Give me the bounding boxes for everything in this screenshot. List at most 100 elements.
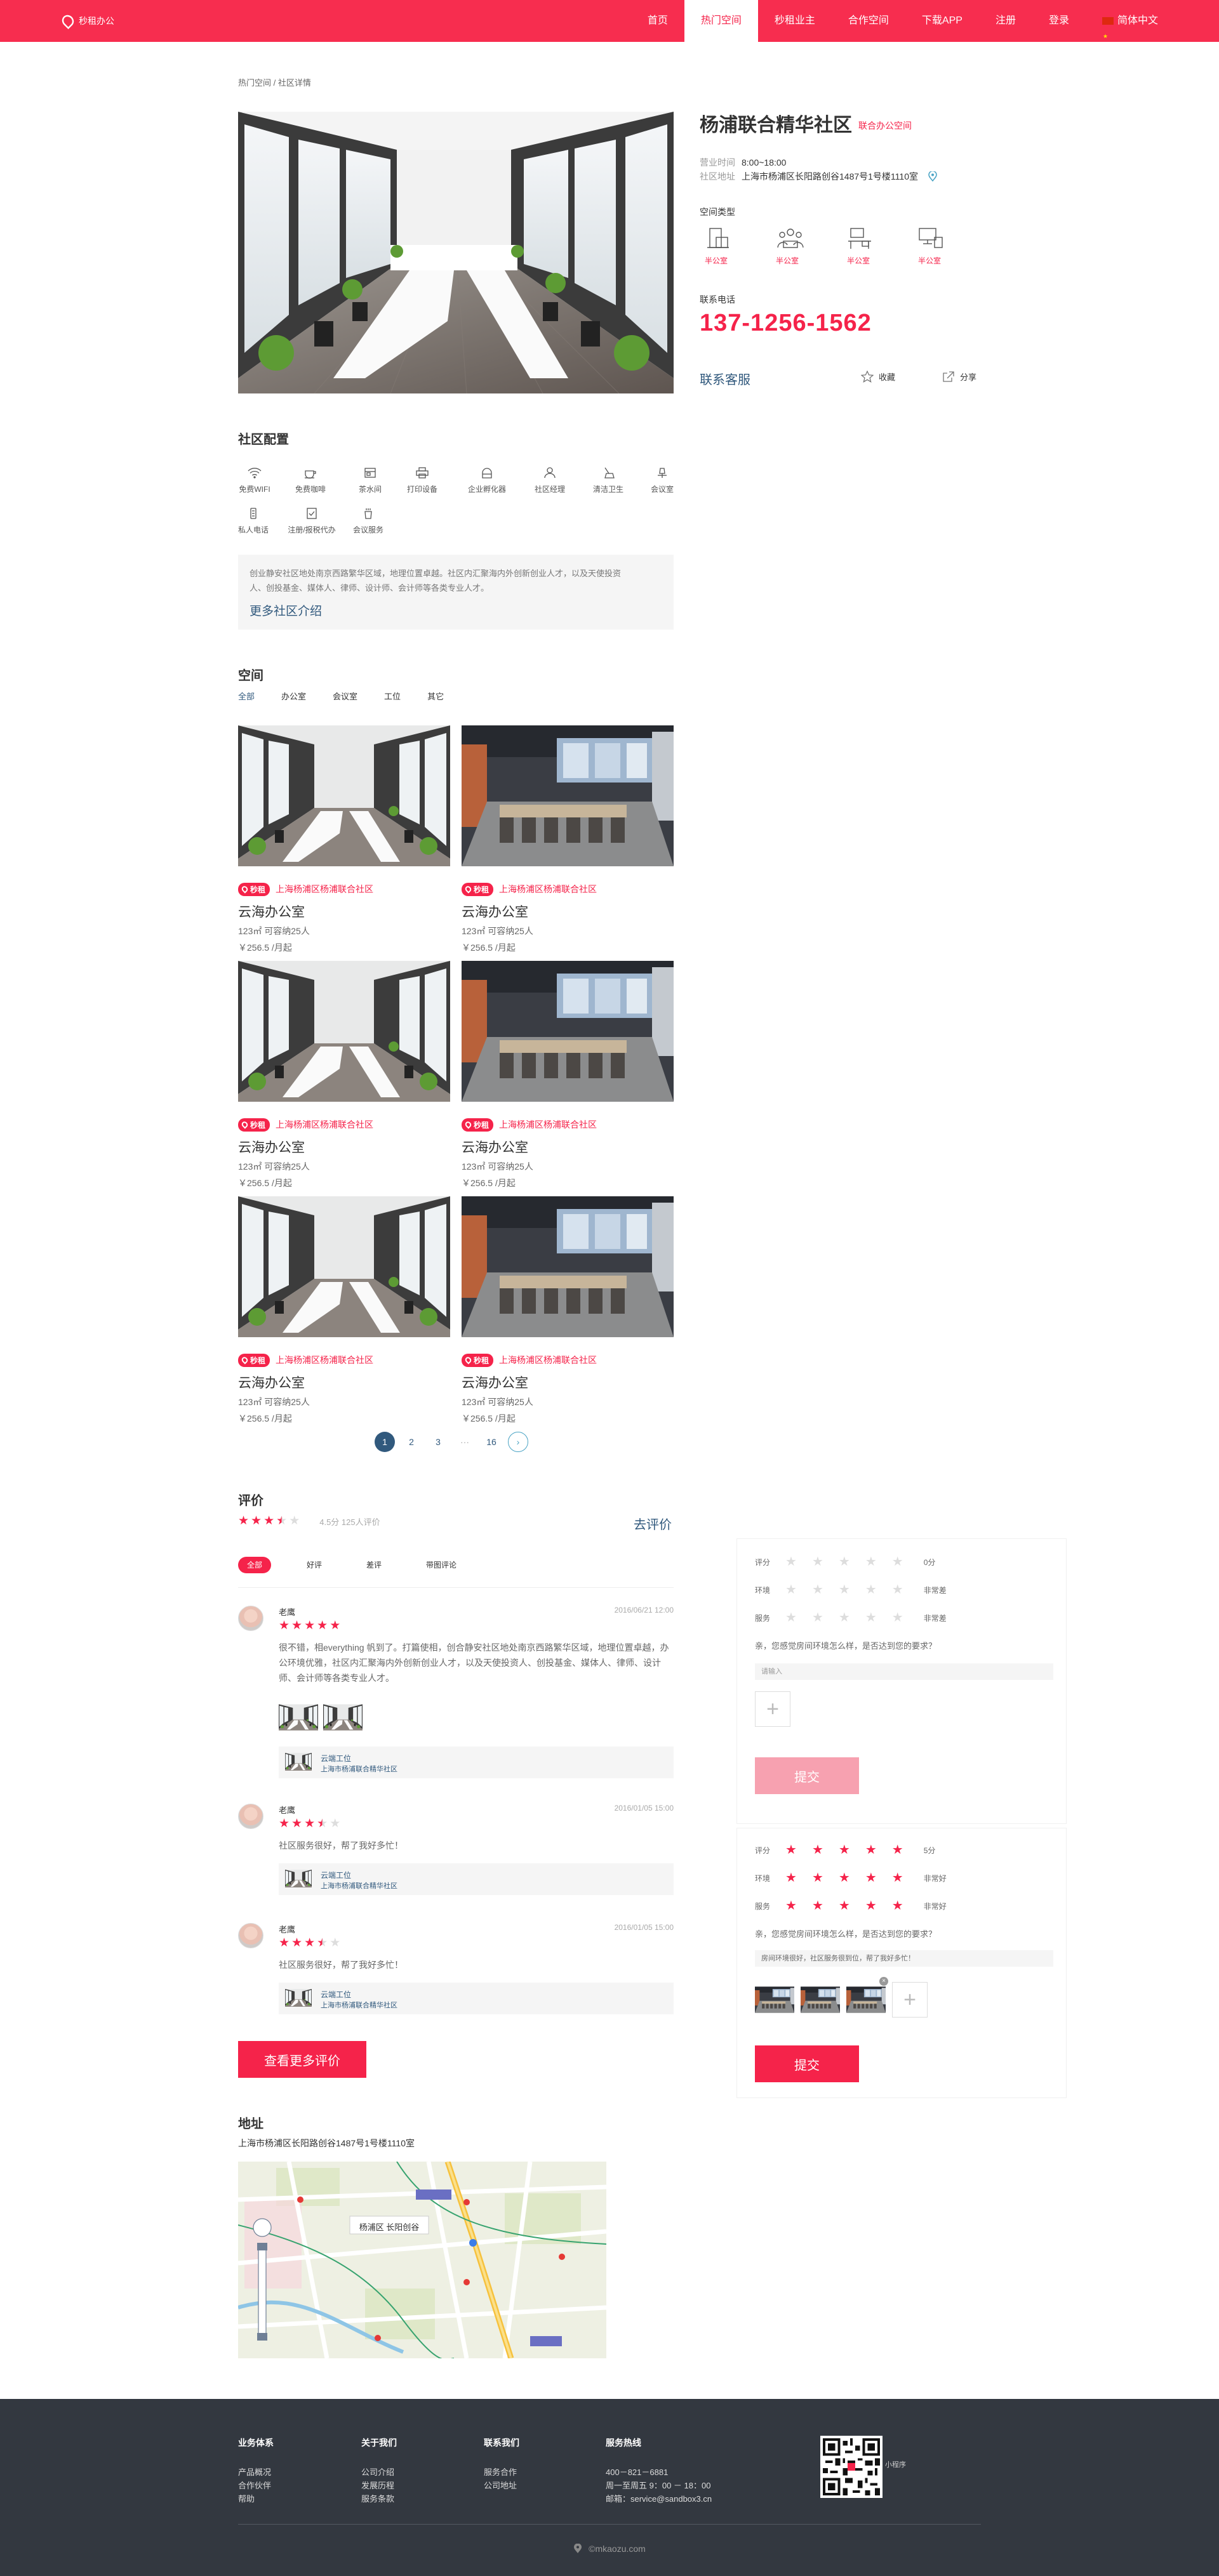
nav-home[interactable]: 首页 (631, 0, 684, 42)
brand-logo[interactable]: 秒租办公 (59, 12, 114, 30)
location-map[interactable] (238, 2162, 606, 2358)
tab-meeting-room[interactable]: 会议室 (333, 690, 357, 702)
footer-link[interactable]: 发展历程 (361, 2479, 397, 2492)
breadcrumb[interactable]: 热门空间 / 社区详情 (238, 76, 311, 88)
star-icon[interactable]: ★ (839, 1899, 850, 1912)
location-icon[interactable] (928, 171, 937, 182)
nav-login[interactable]: 登录 (1032, 0, 1086, 42)
footer-link[interactable]: 服务条款 (361, 2492, 397, 2506)
page-2[interactable]: 2 (401, 1432, 422, 1452)
space-card[interactable]: 秒租 上海杨浦区杨浦联合社区 云海办公室 123㎡ 可容纳25人 ￥256.5 /… (462, 961, 674, 1189)
tab-all[interactable]: 全部 (238, 690, 255, 702)
page-3[interactable]: 3 (428, 1432, 448, 1452)
star-icon[interactable]: ★ (812, 1872, 823, 1884)
nav-owners[interactable]: 秒租业主 (758, 0, 832, 42)
env-stars-input[interactable]: ★ ★ ★ ★ ★ (785, 1872, 919, 1884)
page-1[interactable]: 1 (375, 1432, 395, 1452)
tab-other[interactable]: 其它 (427, 690, 444, 702)
star-icon[interactable]: ★ (812, 1611, 823, 1624)
space-type-item[interactable]: 半公室 (913, 226, 984, 266)
star-icon[interactable]: ★ (892, 1583, 903, 1596)
add-photo-button[interactable]: + (755, 1691, 790, 1727)
space-type-item[interactable]: 半公室 (771, 226, 842, 266)
star-icon[interactable]: ★ (785, 1556, 797, 1568)
footer-link[interactable]: 公司介绍 (361, 2466, 397, 2479)
space-type-item[interactable]: 半公室 (842, 226, 913, 266)
review-tab-bad[interactable]: 差评 (357, 1557, 390, 1573)
review-room-card[interactable]: 云端工位 上海市杨浦联合精华社区 (279, 1863, 674, 1895)
nav-download-app[interactable]: 下载APP (905, 0, 979, 42)
uploaded-photo[interactable] (801, 1981, 840, 2019)
review-photo[interactable] (279, 1698, 318, 1736)
star-icon[interactable]: ★ (785, 1844, 797, 1856)
star-icon[interactable]: ★ (785, 1583, 797, 1596)
rating-stars-input[interactable]: ★ ★ ★ ★ ★ (785, 1844, 919, 1856)
contact-phone[interactable]: 137-1256-1562 (700, 310, 872, 337)
contact-service-link[interactable]: 联系客服 (700, 369, 750, 388)
star-icon[interactable]: ★ (785, 1899, 797, 1912)
star-icon[interactable]: ★ (812, 1583, 823, 1596)
write-review-link[interactable]: 去评价 (634, 1514, 672, 1533)
review-tab-good[interactable]: 好评 (298, 1557, 331, 1573)
space-card[interactable]: 秒租 上海杨浦区杨浦联合社区 云海办公室 123㎡ 可容纳25人 ￥256.5 /… (462, 1196, 674, 1425)
footer-link[interactable]: 帮助 (238, 2492, 274, 2506)
uploaded-photo[interactable] (755, 1981, 794, 2019)
star-icon[interactable]: ★ (865, 1583, 877, 1596)
add-photo-button[interactable]: + (892, 1982, 928, 2018)
star-icon[interactable]: ★ (892, 1899, 903, 1912)
star-icon[interactable]: ★ (892, 1844, 903, 1856)
more-intro-link[interactable]: 更多社区介绍 (250, 602, 322, 619)
star-icon[interactable]: ★ (839, 1556, 850, 1568)
uploaded-photo[interactable] (846, 1981, 886, 2019)
star-icon[interactable]: ★ (812, 1899, 823, 1912)
service-stars-input[interactable]: ★ ★ ★ ★ ★ (785, 1899, 919, 1912)
review-room-card[interactable]: 云端工位 上海市杨浦联合精华社区 (279, 1747, 674, 1778)
nav-partners[interactable]: 合作空间 (832, 0, 905, 42)
review-tab-with-photo[interactable]: 带图评论 (417, 1557, 465, 1573)
review-tab-all[interactable]: 全部 (238, 1557, 272, 1573)
nav-register[interactable]: 注册 (979, 0, 1032, 42)
next-page-button[interactable]: › (508, 1432, 528, 1452)
tab-office[interactable]: 办公室 (281, 690, 306, 702)
star-icon[interactable]: ★ (865, 1844, 877, 1856)
footer-link[interactable]: 服务合作 (484, 2466, 519, 2479)
remove-photo-icon[interactable]: × (879, 1977, 888, 1986)
submit-button-disabled[interactable]: 提交 (755, 1757, 859, 1794)
star-icon[interactable]: ★ (865, 1611, 877, 1624)
star-icon[interactable]: ★ (785, 1872, 797, 1884)
star-icon[interactable]: ★ (812, 1556, 823, 1568)
review-text-input[interactable]: 房间环境很好，社区服务很到位，帮了我好多忙！ (755, 1950, 1053, 1967)
star-icon[interactable]: ★ (865, 1872, 877, 1884)
service-stars-input[interactable]: ★ ★ ★ ★ ★ (785, 1611, 919, 1624)
review-text-input[interactable]: 请输入 (755, 1663, 1053, 1680)
more-reviews-button[interactable]: 查看更多评价 (238, 2041, 366, 2078)
space-card[interactable]: 秒租 上海杨浦区杨浦联合社区 云海办公室 123㎡ 可容纳25人 ￥256.5 /… (238, 725, 450, 954)
star-icon[interactable]: ★ (839, 1583, 850, 1596)
star-icon[interactable]: ★ (865, 1899, 877, 1912)
language-switch[interactable]: 简体中文 (1086, 0, 1175, 57)
service-email[interactable]: 邮箱：service@sandbox3.cn (606, 2492, 712, 2506)
star-icon[interactable]: ★ (812, 1844, 823, 1856)
star-icon[interactable]: ★ (839, 1844, 850, 1856)
footer-link[interactable]: 公司地址 (484, 2479, 519, 2492)
tab-workstation[interactable]: 工位 (384, 690, 401, 702)
footer-link[interactable]: 产品概况 (238, 2466, 274, 2479)
rating-stars-input[interactable]: ★ ★ ★ ★ ★ (785, 1556, 919, 1568)
nav-hot-spaces[interactable]: 热门空间 (684, 0, 758, 42)
star-icon[interactable]: ★ (892, 1556, 903, 1568)
space-card[interactable]: 秒租 上海杨浦区杨浦联合社区 云海办公室 123㎡ 可容纳25人 ￥256.5 /… (238, 1196, 450, 1425)
space-card[interactable]: 秒租 上海杨浦区杨浦联合社区 云海办公室 123㎡ 可容纳25人 ￥256.5 /… (238, 961, 450, 1189)
star-icon[interactable]: ★ (865, 1556, 877, 1568)
star-icon[interactable]: ★ (785, 1611, 797, 1624)
space-type-item[interactable]: 半公室 (700, 226, 771, 266)
star-icon[interactable]: ★ (839, 1872, 850, 1884)
star-icon[interactable]: ★ (839, 1611, 850, 1624)
review-photo[interactable] (323, 1698, 363, 1736)
submit-button[interactable]: 提交 (755, 2045, 859, 2082)
footer-link[interactable]: 合作伙伴 (238, 2479, 274, 2492)
share-button[interactable]: 分享 (942, 371, 976, 383)
env-stars-input[interactable]: ★ ★ ★ ★ ★ (785, 1583, 919, 1596)
review-room-card[interactable]: 云端工位 上海市杨浦联合精华社区 (279, 1983, 674, 2014)
star-icon[interactable]: ★ (892, 1611, 903, 1624)
page-16[interactable]: 16 (481, 1432, 502, 1452)
